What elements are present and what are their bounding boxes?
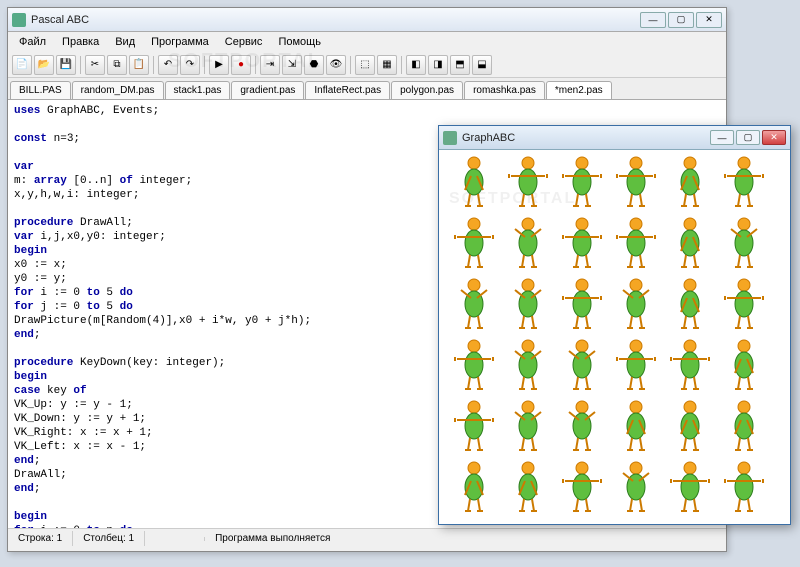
figure-sprite: [667, 459, 713, 513]
status-state: Программа выполняется: [205, 531, 726, 546]
tool-icon[interactable]: ⬓: [472, 55, 492, 75]
menu-сервис[interactable]: Сервис: [218, 34, 270, 50]
figure-sprite: [613, 215, 659, 269]
figure-sprite: [505, 398, 551, 452]
minimize-button[interactable]: —: [640, 12, 666, 28]
main-titlebar[interactable]: Pascal ABC — ▢ ✕: [8, 8, 726, 32]
figure-sprite: [559, 154, 605, 208]
open-file-icon[interactable]: 📂: [34, 55, 54, 75]
status-spacer: [145, 537, 205, 541]
figure-sprite: [721, 459, 767, 513]
toolbar-separator: [80, 56, 81, 74]
figure-sprite: [667, 398, 713, 452]
toolbar-separator: [350, 56, 351, 74]
run-icon[interactable]: ▶: [209, 55, 229, 75]
figure-sprite: [613, 276, 659, 330]
file-tab[interactable]: polygon.pas: [391, 81, 463, 99]
figure-sprite: [505, 215, 551, 269]
figure-sprite: [451, 398, 497, 452]
toolbar: 📄 📂 💾 ✂ ⧉ 📋 ↶ ↷ ▶ ● ⇥ ⇲ ⬣ 👁 ⬚ ▦ ◧ ◨ ⬒ ⬓: [8, 52, 726, 78]
figure-sprite: [667, 215, 713, 269]
maximize-button[interactable]: ▢: [668, 12, 694, 28]
graph-app-icon: [443, 131, 457, 145]
file-tab[interactable]: stack1.pas: [165, 81, 231, 99]
figure-sprite: [451, 276, 497, 330]
new-file-icon[interactable]: 📄: [12, 55, 32, 75]
menu-программа[interactable]: Программа: [144, 34, 216, 50]
graph-minimize-button[interactable]: —: [710, 130, 734, 145]
figure-sprite: [613, 154, 659, 208]
menu-вид[interactable]: Вид: [108, 34, 142, 50]
menu-помощь[interactable]: Помощь: [271, 34, 328, 50]
figure-sprite: [505, 154, 551, 208]
status-col: Столбец: 1: [73, 531, 145, 546]
watch-icon[interactable]: 👁: [326, 55, 346, 75]
figure-sprite: [451, 154, 497, 208]
copy-icon[interactable]: ⧉: [107, 55, 127, 75]
statusbar: Строка: 1 Столбец: 1 Программа выполняет…: [8, 528, 726, 548]
close-button[interactable]: ✕: [696, 12, 722, 28]
figure-sprite: [613, 459, 659, 513]
breakpoint-icon[interactable]: ⬣: [304, 55, 324, 75]
figure-sprite: [505, 337, 551, 391]
status-line: Строка: 1: [8, 531, 73, 546]
figure-sprite: [613, 337, 659, 391]
figure-sprite: [559, 276, 605, 330]
figure-sprite: [451, 459, 497, 513]
toolbar-separator: [204, 56, 205, 74]
graph-close-button[interactable]: ✕: [762, 130, 786, 145]
app-icon: [12, 13, 26, 27]
menubar: ФайлПравкаВидПрограммаСервисПомощь: [8, 32, 726, 52]
toolbar-separator: [401, 56, 402, 74]
figure-sprite: [613, 398, 659, 452]
file-tab[interactable]: gradient.pas: [231, 81, 304, 99]
figure-sprite: [559, 337, 605, 391]
tool-icon[interactable]: ⬚: [355, 55, 375, 75]
menu-правка[interactable]: Правка: [55, 34, 106, 50]
file-tab[interactable]: romashka.pas: [464, 81, 545, 99]
figure-sprite: [721, 398, 767, 452]
tool-icon[interactable]: ◨: [428, 55, 448, 75]
figure-sprite: [451, 215, 497, 269]
undo-icon[interactable]: ↶: [158, 55, 178, 75]
stop-icon[interactable]: ●: [231, 55, 251, 75]
paste-icon[interactable]: 📋: [129, 55, 149, 75]
figure-sprite: [667, 337, 713, 391]
figure-sprite: [667, 276, 713, 330]
graph-maximize-button[interactable]: ▢: [736, 130, 760, 145]
file-tab[interactable]: random_DM.pas: [72, 81, 164, 99]
graphabc-window: GraphABC — ▢ ✕ SOFTPORTAL: [438, 125, 791, 525]
figure-sprite: [721, 215, 767, 269]
step-over-icon[interactable]: ⇲: [282, 55, 302, 75]
figure-sprite: [721, 154, 767, 208]
step-icon[interactable]: ⇥: [260, 55, 280, 75]
figure-sprite: [721, 337, 767, 391]
menu-файл[interactable]: Файл: [12, 34, 53, 50]
code-line: uses GraphABC, Events;: [14, 104, 720, 118]
tool-icon[interactable]: ⬒: [450, 55, 470, 75]
save-icon[interactable]: 💾: [56, 55, 76, 75]
figure-sprite: [559, 459, 605, 513]
toolbar-separator: [153, 56, 154, 74]
figure-sprite: [505, 459, 551, 513]
file-tab[interactable]: BILL.PAS: [10, 81, 71, 99]
main-title: Pascal ABC: [31, 14, 640, 26]
tool-icon[interactable]: ▦: [377, 55, 397, 75]
tool-icon[interactable]: ◧: [406, 55, 426, 75]
figure-sprite: [667, 154, 713, 208]
file-tabs: BILL.PASrandom_DM.passtack1.pasgradient.…: [8, 78, 726, 100]
figure-sprite: [505, 276, 551, 330]
figure-sprite: [451, 337, 497, 391]
file-tab[interactable]: InflateRect.pas: [305, 81, 390, 99]
figure-sprite: [559, 398, 605, 452]
figure-sprite: [721, 276, 767, 330]
file-tab[interactable]: *men2.pas: [546, 81, 612, 99]
graph-titlebar[interactable]: GraphABC — ▢ ✕: [439, 126, 790, 150]
cut-icon[interactable]: ✂: [85, 55, 105, 75]
graph-canvas: SOFTPORTAL: [439, 150, 790, 524]
redo-icon[interactable]: ↷: [180, 55, 200, 75]
toolbar-separator: [255, 56, 256, 74]
figure-sprite: [559, 215, 605, 269]
graph-title: GraphABC: [462, 132, 710, 144]
